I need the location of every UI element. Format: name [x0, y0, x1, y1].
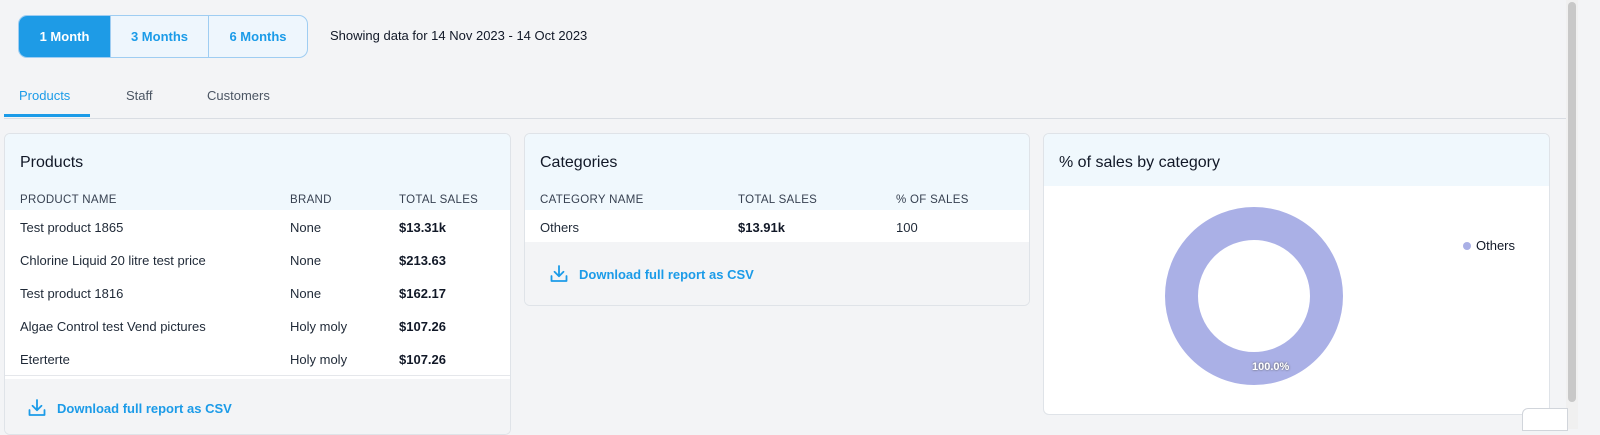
products-card: Products PRODUCT NAME BRAND TOTAL SALES … [4, 133, 511, 435]
period-selector: 1 Month 3 Months 6 Months [18, 15, 308, 58]
brand-cell: None [290, 220, 322, 235]
brand-cell: None [290, 286, 322, 301]
tab-staff[interactable]: Staff [126, 88, 153, 103]
tab-products[interactable]: Products [19, 88, 70, 103]
legend-dot-others [1463, 241, 1471, 250]
brand-cell: Holy moly [290, 319, 348, 334]
product-name-cell: Eterterte [20, 352, 70, 367]
corner-widget[interactable] [1522, 408, 1568, 431]
categories-card-title: Categories [540, 154, 618, 171]
download-label: Download full report as CSV [57, 400, 232, 416]
table-row[interactable]: Test product 1816 None $162.17 [5, 276, 510, 310]
chart-card-title: % of sales by category [1059, 154, 1220, 171]
donut-chart [1165, 207, 1343, 385]
download-icon [550, 265, 568, 282]
product-name-cell: Chlorine Liquid 20 litre test price [20, 253, 206, 268]
total-sales-cell: $162.17 [399, 286, 446, 301]
report-tabs: Products Staff Customers [4, 78, 1566, 119]
sales-by-category-card: % of sales by category Others 100.0% [1043, 133, 1550, 415]
table-row[interactable]: Eterterte Holy moly $107.26 [5, 342, 510, 376]
brand-cell: None [290, 253, 322, 268]
col-percent-of-sales[interactable]: % OF SALES [896, 194, 969, 206]
percent-of-sales-cell: 100 [896, 220, 918, 235]
chart-legend: Others [1463, 238, 1515, 253]
download-icon [28, 399, 46, 416]
products-card-title: Products [20, 154, 84, 171]
download-label: Download full report as CSV [579, 266, 754, 282]
table-row[interactable]: Algae Control test Vend pictures Holy mol… [5, 309, 510, 343]
col-total-sales[interactable]: TOTAL SALES [738, 194, 817, 206]
table-row[interactable]: Chlorine Liquid 20 litre test price None $… [5, 243, 510, 277]
product-name-cell: Test product 1865 [20, 220, 124, 235]
col-category-name[interactable]: CATEGORY NAME [540, 194, 644, 206]
period-6-months-button[interactable]: 6 Months [209, 16, 307, 57]
total-sales-cell: $107.26 [399, 319, 446, 334]
categories-download-csv-link[interactable]: Download full report as CSV [549, 264, 754, 284]
categories-card: Categories CATEGORY NAME TOTAL SALES % O… [524, 133, 1030, 306]
brand-cell: Holy moly [290, 352, 348, 367]
slice-label-others: 100.0% [1252, 361, 1290, 373]
total-sales-cell: $13.31k [399, 220, 446, 235]
col-product-name[interactable]: PRODUCT NAME [20, 194, 117, 206]
period-3-months-button[interactable]: 3 Months [111, 16, 209, 57]
page-scrollbar-thumb[interactable] [1568, 2, 1576, 402]
category-name-cell: Others [540, 220, 580, 235]
total-sales-cell: $107.26 [399, 352, 446, 367]
active-tab-indicator [4, 114, 90, 117]
col-brand[interactable]: BRAND [290, 194, 332, 206]
total-sales-cell: $13.91k [738, 220, 785, 235]
date-range-text: Showing data for 14 Nov 2023 - 14 Oct 20… [330, 28, 588, 43]
products-download-csv-link[interactable]: Download full report as CSV [27, 398, 232, 418]
product-name-cell: Algae Control test Vend pictures [20, 319, 206, 334]
period-1-month-button[interactable]: 1 Month [19, 16, 111, 57]
table-row[interactable]: Test product 1865 None $13.31k [5, 210, 510, 244]
tab-customers[interactable]: Customers [207, 88, 270, 103]
product-name-cell: Test product 1816 [20, 286, 124, 301]
donut-slice-others[interactable] [1165, 207, 1343, 385]
table-row[interactable]: Others $13.91k 100 [525, 210, 1029, 243]
legend-item-others[interactable]: Others [1476, 238, 1515, 253]
total-sales-cell: $213.63 [399, 253, 446, 268]
col-total-sales[interactable]: TOTAL SALES [399, 194, 478, 206]
